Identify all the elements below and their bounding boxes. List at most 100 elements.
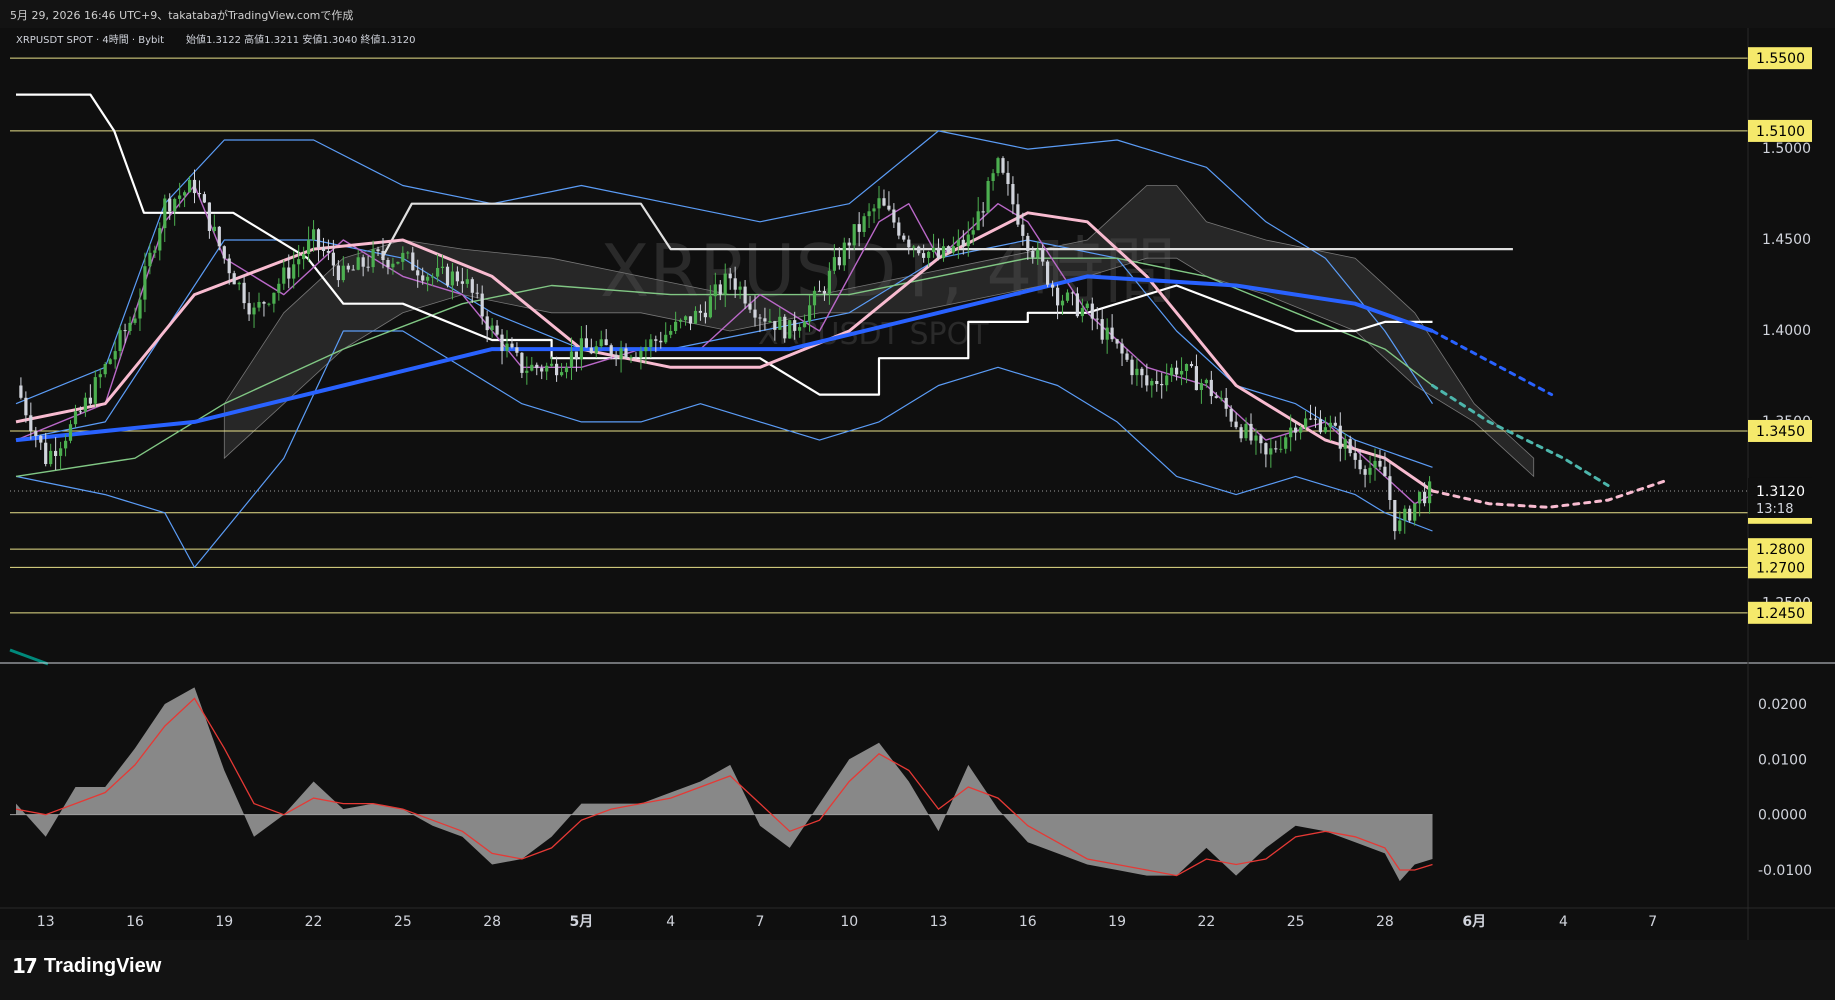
candle-body-159: [808, 305, 812, 322]
candle-body-239: [1204, 379, 1208, 384]
osc-tick-0: 0.0200: [1758, 697, 1807, 713]
candle-body-102: [525, 370, 529, 373]
candle-body-133: [679, 319, 683, 322]
candle-body-124: [634, 356, 638, 358]
candle-body-74: [386, 260, 390, 268]
countdown-label: 13:18: [1756, 502, 1793, 517]
current-price-label: 1.3120: [1756, 484, 1805, 500]
candle-body-95: [490, 325, 494, 330]
candle-body-148: [753, 309, 757, 318]
candle-body-1: [24, 397, 28, 416]
candle-body-42: [227, 258, 231, 274]
candle-body-251: [1264, 443, 1268, 455]
candle-body-155: [788, 320, 792, 339]
candle-body-128: [654, 339, 658, 341]
candle-body-108: [555, 363, 559, 376]
candle-body-69: [361, 257, 365, 267]
candle-body-256: [1289, 427, 1293, 438]
x-tick-1: 16: [126, 914, 144, 930]
candle-body-173: [877, 198, 881, 209]
candle-body-267: [1343, 439, 1347, 449]
candle-body-280: [1408, 508, 1412, 521]
candle-body-109: [560, 372, 564, 376]
candle-body-105: [540, 368, 544, 372]
x-tick-12: 19: [1108, 914, 1126, 930]
tradingview-logo[interactable]: 17 TradingView: [12, 954, 161, 978]
chart-svg[interactable]: XRPUSDT, 4時間 XRPUSDT SPOT 0.02000.01000.…: [0, 28, 1835, 940]
candle-body-249: [1254, 435, 1258, 441]
candle-body-182: [922, 253, 926, 258]
candle-body-229: [1155, 381, 1159, 384]
candle-body-125: [639, 351, 643, 358]
candle-body-156: [793, 320, 797, 331]
candle-body-171: [867, 211, 871, 217]
bottom-bar: 17 TradingView: [0, 940, 1835, 1000]
candle-body-54: [287, 267, 291, 279]
candle-body-147: [748, 303, 752, 310]
candle-body-146: [743, 286, 747, 304]
candle-body-81: [421, 275, 425, 281]
candle-body-52: [277, 283, 281, 293]
candle-body-211: [1065, 292, 1070, 301]
candle-body-174: [882, 198, 886, 206]
candle-body-30: [168, 198, 172, 212]
candle-body-26: [148, 252, 152, 267]
candle-body-21: [123, 330, 127, 332]
candle-body-228: [1150, 381, 1154, 386]
level-label-6: 1.2450: [1756, 606, 1805, 622]
candle-body-221: [1115, 339, 1119, 344]
candle-body-241: [1214, 396, 1218, 398]
candle-body-273: [1373, 460, 1377, 468]
candle-body-137: [698, 310, 702, 313]
osc-tick-1: 0.0100: [1758, 752, 1807, 768]
candle-body-24: [138, 299, 142, 319]
candle-body-135: [688, 316, 693, 324]
candle-body-196: [991, 173, 995, 181]
candle-body-64: [336, 265, 340, 281]
candle-body-62: [326, 251, 330, 253]
candle-body-175: [887, 205, 891, 210]
candle-body-19: [113, 351, 117, 360]
candle-body-100: [515, 347, 519, 353]
candle-body-14: [88, 397, 92, 404]
candle-body-138: [703, 312, 707, 318]
candle-body-213: [1075, 293, 1079, 317]
candle-body-53: [282, 267, 286, 284]
candle-body-207: [1046, 261, 1050, 285]
candle-body-79: [411, 252, 415, 271]
candle-body-162: [822, 291, 826, 294]
candle-body-29: [163, 198, 167, 229]
ohlc-values: 始値1.3122 高値1.3211 安値1.3040 終値1.3120: [186, 33, 416, 46]
candle-body-41: [222, 246, 226, 259]
candle-body-164: [832, 257, 836, 271]
candle-body-244: [1229, 408, 1233, 422]
candle-body-32: [178, 195, 182, 199]
candle-body-278: [1398, 520, 1402, 532]
candle-body-186: [941, 246, 946, 259]
candle-body-0: [19, 385, 23, 398]
candle-body-51: [272, 292, 276, 304]
candle-body-261: [1313, 418, 1318, 420]
candle-body-191: [966, 234, 970, 247]
candle-body-153: [778, 316, 782, 330]
candle-body-225: [1135, 368, 1139, 376]
candle-body-20: [118, 330, 122, 351]
candle-body-245: [1234, 421, 1238, 428]
candle-body-179: [907, 239, 911, 248]
candle-body-136: [693, 310, 698, 324]
candle-body-235: [1184, 364, 1189, 371]
candle-body-123: [629, 356, 633, 359]
candle-body-46: [247, 303, 251, 315]
candle-body-210: [1060, 300, 1065, 306]
x-tick-4: 25: [394, 914, 412, 930]
level-label-1: 1.5100: [1756, 124, 1805, 140]
candle-body-39: [212, 226, 216, 231]
candle-body-163: [827, 270, 831, 294]
x-tick-7: 4: [666, 914, 675, 930]
candle-body-85: [440, 266, 445, 268]
candle-body-96: [495, 325, 499, 335]
candle-body-57: [302, 254, 306, 260]
candle-body-190: [961, 239, 965, 247]
candle-body-77: [401, 252, 405, 262]
candle-body-242: [1219, 397, 1223, 399]
